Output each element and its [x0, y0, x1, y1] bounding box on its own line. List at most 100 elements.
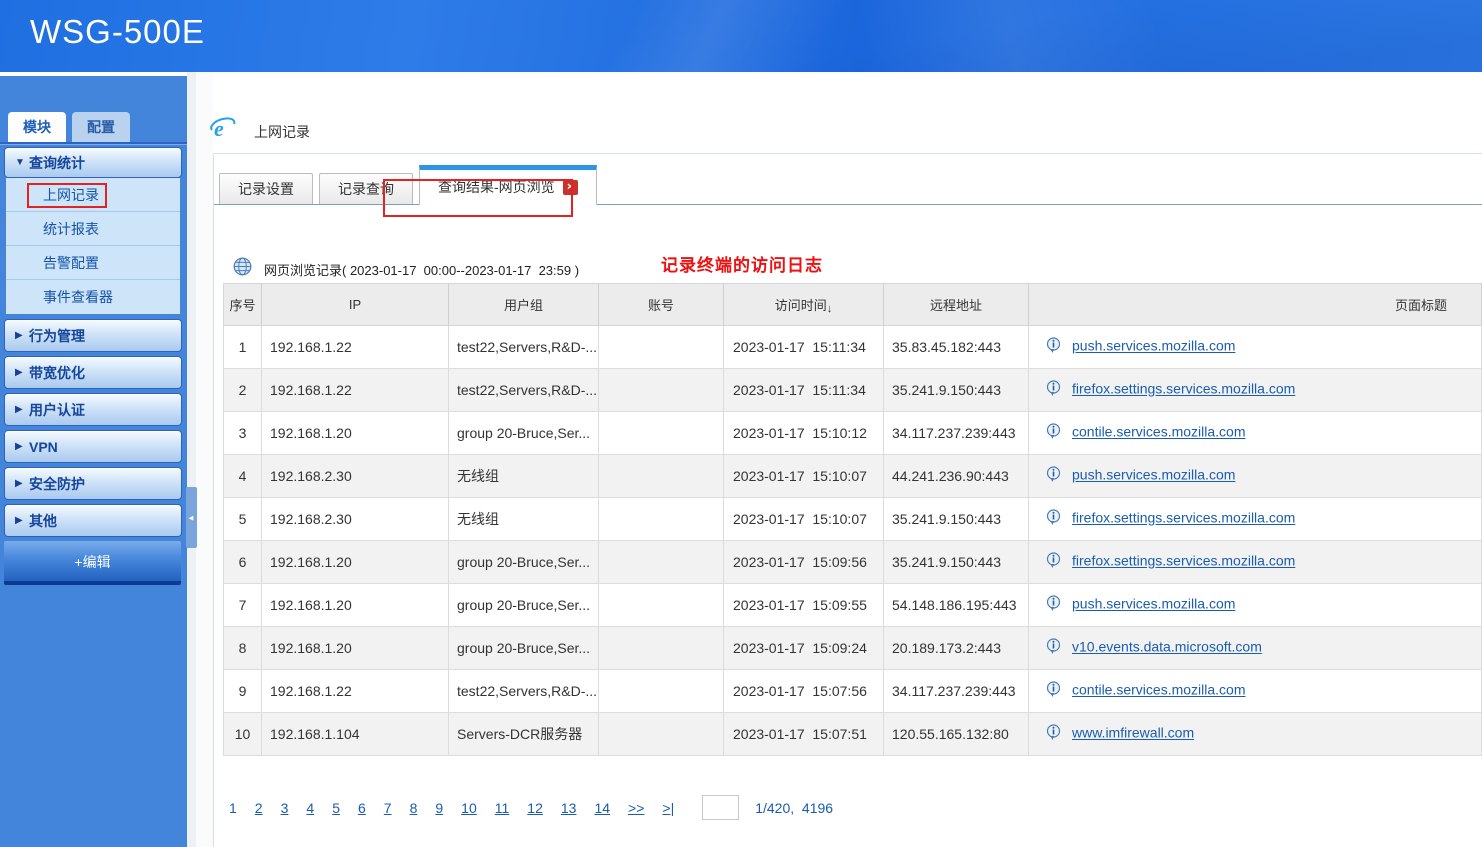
sidebar-tab-modules[interactable]: 模块 [8, 112, 66, 142]
page-link-3[interactable]: 3 [281, 800, 289, 816]
page-title-link[interactable]: push.services.mozilla.com [1072, 467, 1235, 483]
cell-account [599, 670, 724, 713]
cell-no: 8 [224, 627, 262, 670]
info-icon[interactable] [1046, 595, 1061, 615]
info-icon[interactable] [1046, 423, 1061, 443]
page-title-link[interactable]: www.imfirewall.com [1072, 725, 1194, 741]
table-row: 4 192.168.2.30 无线组 2023-01-17 15:10:07 4… [224, 455, 1482, 498]
info-icon[interactable] [1046, 724, 1061, 744]
col-header-time[interactable]: 访问时间↓ [724, 284, 884, 326]
cell-ip: 192.168.1.20 [262, 627, 449, 670]
page-title-link[interactable]: firefox.settings.services.mozilla.com [1072, 510, 1295, 526]
page-title-link[interactable]: push.services.mozilla.com [1072, 596, 1235, 612]
cell-usergroup: group 20-Bruce,Ser... [449, 627, 599, 670]
tab-query-result-web-browsing[interactable]: 查询结果-网页浏览 × [419, 165, 597, 205]
tab-label: 记录设置 [238, 179, 294, 199]
cell-account [599, 627, 724, 670]
page-link-1[interactable]: 1 [229, 800, 237, 816]
chevron-right-icon: ▶ [5, 367, 29, 378]
page-title-link[interactable]: v10.events.data.microsoft.com [1072, 639, 1262, 655]
last-page-link[interactable]: >| [662, 800, 674, 816]
chevron-right-icon: ▶ [5, 515, 29, 526]
cell-account [599, 498, 724, 541]
tab-record-query[interactable]: 记录查询 [319, 173, 413, 204]
page-link-10[interactable]: 10 [461, 800, 477, 816]
sidebar-group-security[interactable]: ▶ 安全防护 [4, 467, 182, 500]
cell-time: 2023-01-17 15:10:07 [724, 455, 884, 498]
table-row: 8 192.168.1.20 group 20-Bruce,Ser... 202… [224, 627, 1482, 670]
page-title-link[interactable]: contile.services.mozilla.com [1072, 424, 1246, 440]
col-header-usergroup[interactable]: 用户组 [449, 284, 599, 326]
cell-account [599, 326, 724, 369]
col-header-account[interactable]: 账号 [599, 284, 724, 326]
sidebar-item-statistics-report[interactable]: 统计报表 [6, 212, 180, 246]
page-title-link[interactable]: contile.services.mozilla.com [1072, 682, 1246, 698]
cell-usergroup: 无线组 [449, 498, 599, 541]
sidebar-group-others[interactable]: ▶ 其他 [4, 504, 182, 537]
cell-time: 2023-01-17 15:09:55 [724, 584, 884, 627]
page-link-14[interactable]: 14 [594, 800, 610, 816]
info-icon[interactable] [1046, 638, 1061, 658]
page-link-13[interactable]: 13 [561, 800, 577, 816]
col-header-time-label: 访问时间 [775, 298, 827, 313]
sidebar-group-label: 带宽优化 [29, 363, 85, 383]
next-pages-link[interactable]: >> [628, 800, 644, 816]
sidebar-group-behavior-mgmt[interactable]: ▶ 行为管理 [4, 319, 182, 352]
info-icon[interactable] [1046, 681, 1061, 701]
info-icon[interactable] [1046, 337, 1061, 357]
table-row: 6 192.168.1.20 group 20-Bruce,Ser... 202… [224, 541, 1482, 584]
sidebar-group-vpn[interactable]: ▶ VPN [4, 430, 182, 463]
info-icon[interactable] [1046, 509, 1061, 529]
page-title: 上网记录 [254, 122, 310, 142]
info-icon[interactable] [1046, 380, 1061, 400]
breadcrumb: e 上网记录 [210, 117, 310, 146]
col-header-no[interactable]: 序号 [224, 284, 262, 326]
page-link-11[interactable]: 11 [495, 800, 510, 816]
cell-remote: 34.117.237.239:443 [884, 670, 1029, 713]
page-link-9[interactable]: 9 [435, 800, 443, 816]
cell-no: 2 [224, 369, 262, 412]
cell-usergroup: test22,Servers,R&D-... [449, 369, 599, 412]
tab-record-settings[interactable]: 记录设置 [219, 173, 313, 204]
sidebar-collapse-handle[interactable]: ◄ [186, 487, 197, 548]
page-title-link[interactable]: firefox.settings.services.mozilla.com [1072, 553, 1295, 569]
close-tab-icon[interactable]: × [563, 180, 578, 195]
cell-remote: 35.83.45.182:443 [884, 326, 1029, 369]
page-link-12[interactable]: 12 [527, 800, 543, 816]
sidebar-group-query-stats[interactable]: ▼ 查询统计 [4, 147, 182, 178]
col-header-remote[interactable]: 远程地址 [884, 284, 1029, 326]
cell-account [599, 412, 724, 455]
cell-time: 2023-01-17 15:09:24 [724, 627, 884, 670]
page-link-2[interactable]: 2 [255, 800, 263, 816]
sidebar-tab-config[interactable]: 配置 [72, 112, 130, 142]
info-icon[interactable] [1046, 552, 1061, 572]
sidebar-group-label: 其他 [29, 511, 57, 531]
page-link-5[interactable]: 5 [332, 800, 340, 816]
page-title-link[interactable]: firefox.settings.services.mozilla.com [1072, 381, 1295, 397]
page-link-8[interactable]: 8 [410, 800, 418, 816]
cell-remote: 20.189.173.2:443 [884, 627, 1029, 670]
page-title-link[interactable]: push.services.mozilla.com [1072, 338, 1235, 354]
page-link-4[interactable]: 4 [306, 800, 314, 816]
sidebar-group-bandwidth-opt[interactable]: ▶ 带宽优化 [4, 356, 182, 389]
sidebar-item-alarm-config[interactable]: 告警配置 [6, 246, 180, 280]
sidebar-group-label: 安全防护 [29, 474, 85, 494]
edit-button[interactable]: +编辑 [4, 541, 181, 585]
cell-account [599, 455, 724, 498]
cell-remote: 120.55.165.132:80 [884, 713, 1029, 756]
sidebar-item-event-viewer[interactable]: 事件查看器 [6, 280, 180, 314]
col-header-page-title[interactable]: 页面标题 [1029, 284, 1482, 326]
cell-time: 2023-01-17 15:07:51 [724, 713, 884, 756]
sidebar-group-user-auth[interactable]: ▶ 用户认证 [4, 393, 182, 426]
page-link-7[interactable]: 7 [384, 800, 392, 816]
cell-ip: 192.168.1.104 [262, 713, 449, 756]
cell-time: 2023-01-17 15:11:34 [724, 326, 884, 369]
sidebar-item-internet-records[interactable]: 上网记录 [6, 178, 180, 212]
cell-usergroup: test22,Servers,R&D-... [449, 670, 599, 713]
goto-page-input[interactable] [702, 795, 739, 820]
table-row: 1 192.168.1.22 test22,Servers,R&D-... 20… [224, 326, 1482, 369]
col-header-ip[interactable]: IP [262, 284, 449, 326]
info-icon[interactable] [1046, 466, 1061, 486]
chevron-right-icon: ▶ [5, 441, 29, 452]
page-link-6[interactable]: 6 [358, 800, 366, 816]
